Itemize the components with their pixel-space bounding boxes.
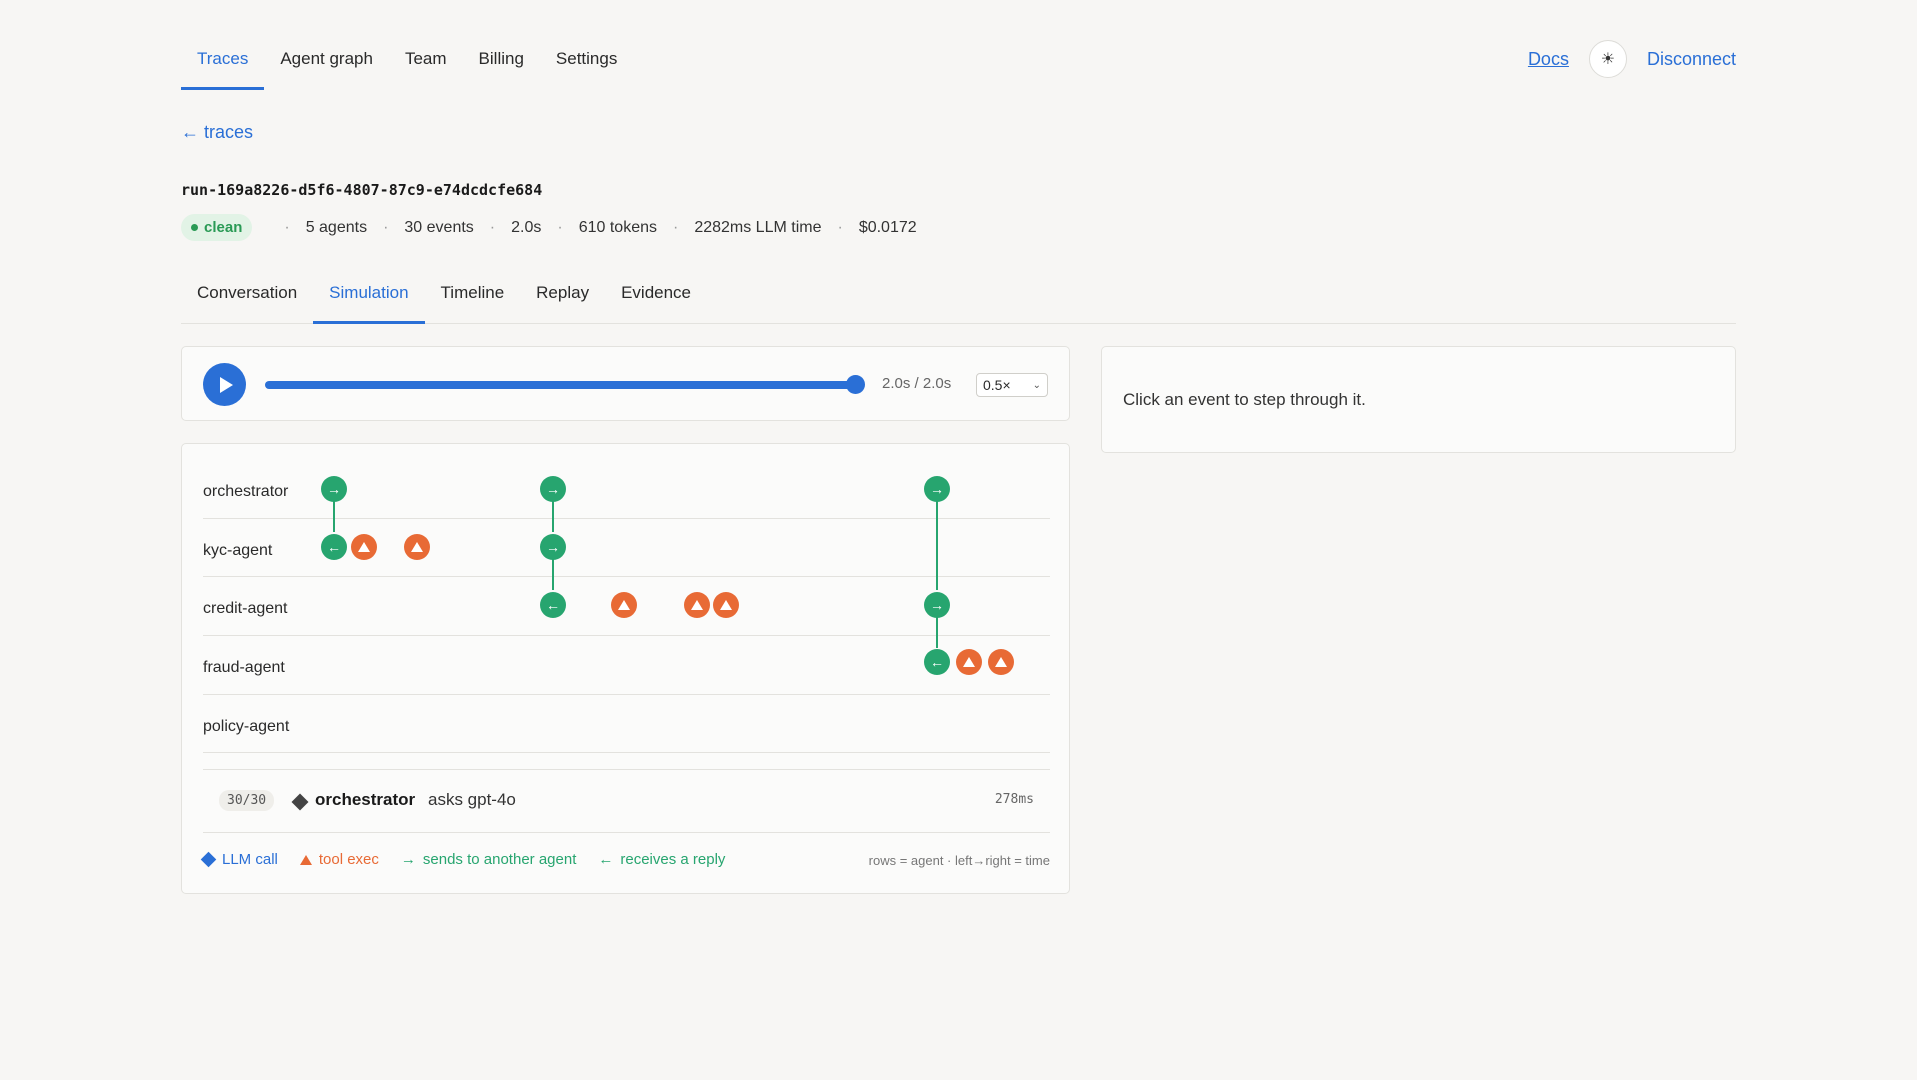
triangle-icon [963, 657, 975, 667]
speed-select[interactable]: 0.5× ⌄ [976, 373, 1048, 397]
status-label: clean [204, 219, 243, 236]
separator: · [837, 218, 843, 236]
nav-tab-settings[interactable]: Settings [540, 36, 633, 90]
event-detail-panel: Click an event to step through it. [1101, 346, 1736, 453]
speed-value: 0.5× [983, 377, 1011, 393]
legend-label: LLM call [222, 851, 278, 868]
agent-count: 5 agents [305, 218, 368, 236]
send-event[interactable]: → [924, 476, 950, 502]
send-event[interactable]: → [321, 476, 347, 502]
theme-toggle-button[interactable]: ☀ [1588, 40, 1627, 78]
legend-label: receives a reply [620, 851, 726, 868]
receive-event[interactable]: ← [321, 534, 347, 560]
diamond-icon [200, 851, 217, 868]
legend: LLM call tool exec → sends to another ag… [200, 851, 1050, 868]
legend-note: rows = agent · left→right = time [868, 853, 1050, 868]
tool-event[interactable] [404, 534, 430, 560]
tool-event[interactable] [713, 592, 739, 618]
event-counter: 30/30 [219, 790, 275, 811]
lane-label: fraud-agent [203, 659, 285, 677]
tool-event[interactable] [988, 649, 1014, 675]
status-dot-icon [191, 224, 198, 231]
disconnect-button[interactable]: Disconnect [1647, 49, 1736, 70]
lane-label: policy-agent [203, 717, 290, 735]
run-cost: $0.0172 [858, 218, 917, 236]
triangle-icon [411, 542, 423, 552]
scrubber-handle[interactable] [846, 375, 865, 394]
event-count: 30 events [404, 218, 474, 236]
top-nav: Traces Agent graph Team Billing Settings… [181, 36, 1736, 90]
tool-event[interactable] [611, 592, 637, 618]
nav-right: Docs ☀ Disconnect [1528, 40, 1736, 78]
legend-llm-call: LLM call [200, 851, 278, 868]
receive-event[interactable]: ← [924, 649, 950, 675]
separator: · [383, 218, 389, 236]
event-action: asks gpt-4o [428, 790, 516, 809]
triangle-icon [618, 600, 630, 610]
play-icon [219, 376, 233, 393]
nav-tab-agent-graph[interactable]: Agent graph [264, 36, 389, 90]
lane-label: orchestrator [203, 483, 289, 500]
separator: · [557, 218, 563, 236]
event-duration: 278ms [994, 792, 1034, 807]
lane-label: credit-agent [203, 600, 288, 618]
llm-time: 2282ms LLM time [694, 218, 822, 236]
send-event[interactable]: → [540, 534, 566, 560]
nav-tab-team[interactable]: Team [389, 36, 463, 90]
back-to-traces-link[interactable]: ← traces [181, 122, 253, 143]
send-event[interactable]: → [924, 592, 950, 618]
lane-label: kyc-agent [203, 541, 273, 559]
triangle-icon [691, 600, 703, 610]
lane-fraud-agent: fraud-agent [203, 636, 1050, 695]
run-subtabs: Conversation Simulation Timeline Replay … [181, 274, 1736, 324]
receive-event[interactable]: ← [540, 592, 566, 618]
tool-event[interactable] [351, 534, 377, 560]
tab-timeline[interactable]: Timeline [425, 274, 521, 324]
agent-lanes: orchestrator kyc-agent credit-agent frau… [203, 460, 1050, 754]
send-event[interactable]: → [540, 476, 566, 502]
legend-send: → sends to another agent [401, 851, 576, 868]
playback-scrubber[interactable] [265, 381, 855, 389]
tool-event[interactable] [684, 592, 710, 618]
separator: · [672, 218, 679, 236]
docs-link[interactable]: Docs [1528, 49, 1569, 70]
event-actor: orchestrator [315, 790, 416, 809]
separator: · [284, 218, 290, 236]
triangle-icon [299, 854, 312, 865]
run-duration: 2.0s [511, 218, 542, 236]
legend-tool-exec: tool exec [299, 851, 379, 868]
status-badge: clean [181, 214, 253, 241]
nav-tab-billing[interactable]: Billing [463, 36, 540, 90]
sun-icon: ☀ [1600, 51, 1616, 68]
legend-label: tool exec [318, 851, 379, 868]
triangle-icon [995, 657, 1007, 667]
event-hint: Click an event to step through it. [1123, 390, 1366, 409]
token-count: 610 tokens [578, 218, 657, 236]
legend-label: sends to another agent [422, 851, 577, 868]
nav-tab-traces[interactable]: Traces [181, 36, 265, 90]
run-id: run-169a8226-d5f6-4807-87c9-e74dcdcfe684 [181, 181, 543, 199]
legend-receive: ← receives a reply [598, 851, 725, 868]
triangle-icon [720, 600, 732, 610]
tab-evidence[interactable]: Evidence [605, 274, 707, 324]
chevron-down-icon: ⌄ [1032, 379, 1041, 391]
playback-time: 2.0s / 2.0s [882, 375, 952, 392]
separator: · [489, 218, 496, 236]
play-button[interactable] [203, 363, 246, 406]
lane-policy-agent: policy-agent [203, 695, 1050, 754]
current-event-row[interactable]: 30/30 orchestrator asks gpt-4o 278ms [203, 769, 1050, 833]
tab-simulation[interactable]: Simulation [313, 274, 425, 324]
arrow-left-icon: ← [598, 851, 614, 868]
tab-conversation[interactable]: Conversation [181, 274, 313, 324]
tab-replay[interactable]: Replay [520, 274, 605, 324]
run-meta: clean · 5 agents · 30 events · 2.0s · 61… [181, 214, 917, 241]
nav-tabs: Traces Agent graph Team Billing Settings [181, 36, 1736, 90]
triangle-icon [358, 542, 370, 552]
playback-controls: 2.0s / 2.0s 0.5× ⌄ [181, 346, 1070, 421]
simulation-panel: orchestrator kyc-agent credit-agent frau… [181, 443, 1070, 894]
llm-diamond-icon [291, 793, 309, 811]
arrow-right-icon: → [400, 851, 416, 868]
tool-event[interactable] [956, 649, 982, 675]
